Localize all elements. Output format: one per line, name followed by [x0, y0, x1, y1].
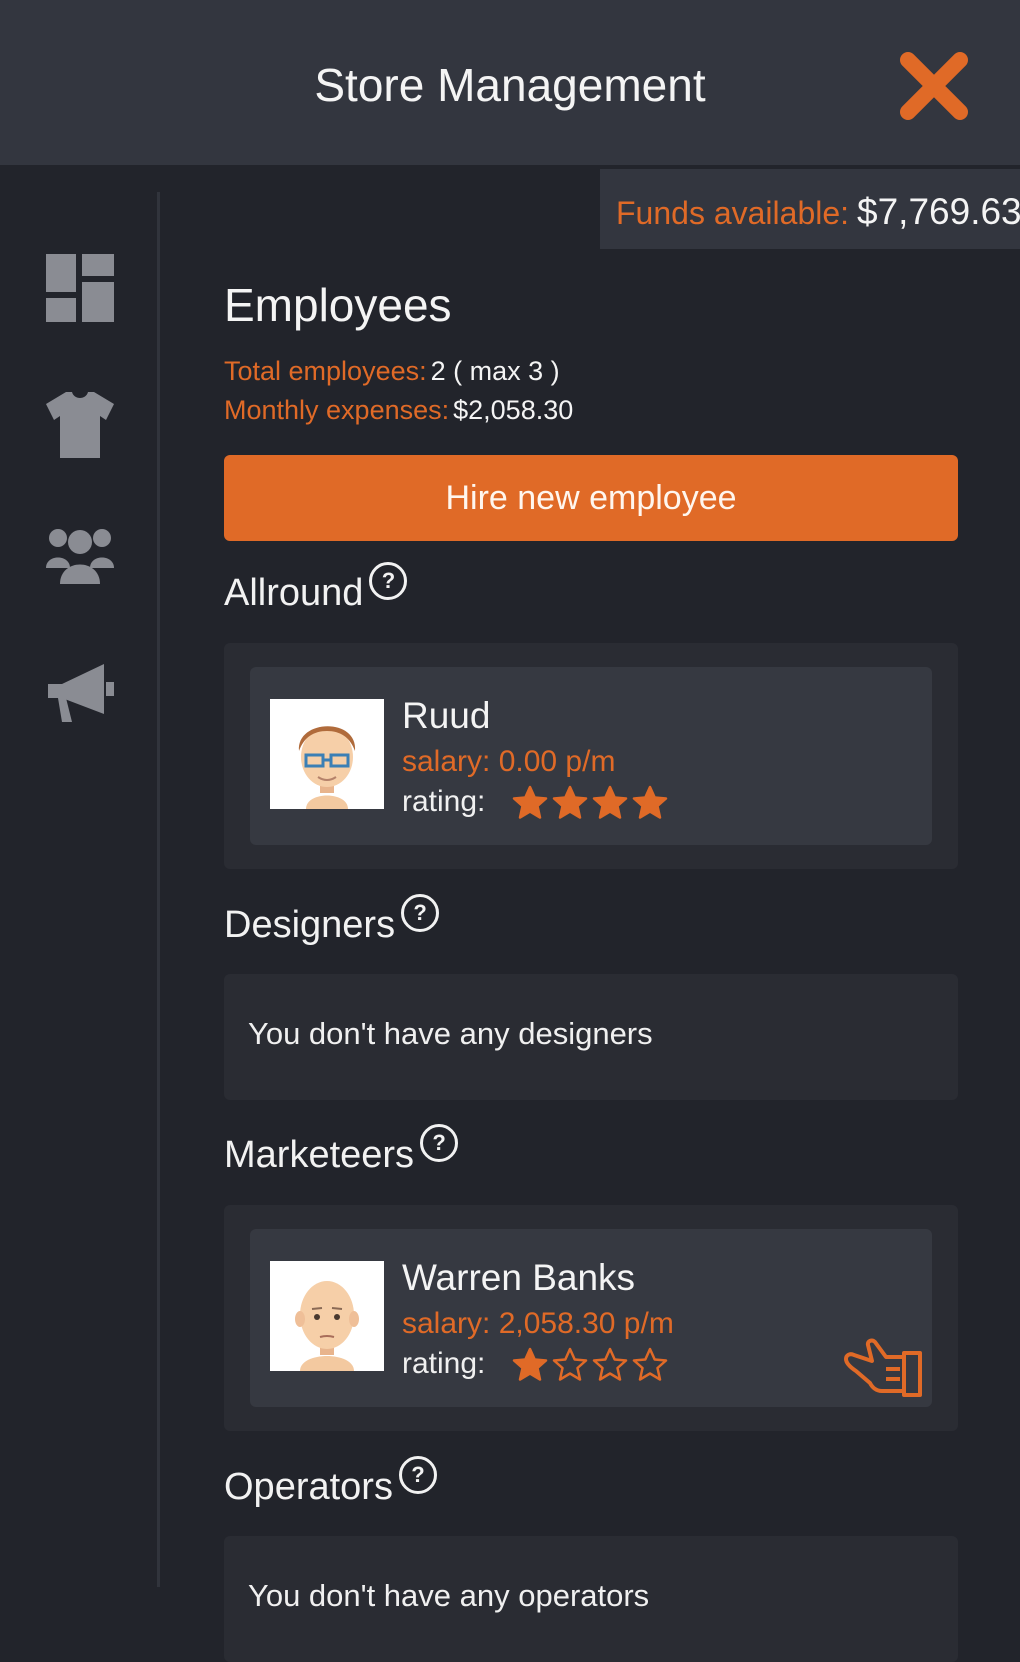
help-icon[interactable]: ?: [401, 894, 440, 932]
section-title-designers: Designers?: [224, 894, 440, 947]
employee-salary: salary: 2,058.30 p/m: [402, 1307, 674, 1340]
section-title-operators: Operators?: [224, 1456, 437, 1509]
monthly-expenses: Monthly expenses: $2,058.30: [224, 395, 573, 426]
avatar: [270, 1261, 384, 1371]
funds-panel: Funds available: $7,769.63: [600, 169, 1020, 249]
employee-name: Ruud: [402, 695, 491, 736]
sidebar-divider: [157, 192, 160, 1587]
avatar: [270, 699, 384, 809]
star-filled-icon: [592, 785, 628, 819]
help-icon[interactable]: ?: [398, 1456, 437, 1494]
allround-box: Ruud salary: 0.00 p/m rating:: [224, 643, 958, 869]
star-filled-icon: [552, 785, 588, 819]
star-filled-icon: [512, 785, 548, 819]
tshirt-icon[interactable]: [44, 388, 116, 460]
employee-name: Warren Banks: [402, 1257, 636, 1298]
monthly-expenses-value: $2,058.30: [453, 395, 574, 425]
star-empty-icon: [632, 1347, 668, 1381]
section-label: Operators: [224, 1466, 393, 1508]
monthly-expenses-label: Monthly expenses:: [224, 395, 450, 425]
marketeers-box: Warren Banks salary: 2,058.30 p/m rating…: [224, 1205, 958, 1431]
section-label: Designers: [224, 904, 396, 946]
funds-label: Funds available:: [616, 195, 850, 231]
operators-box: You don't have any operators: [224, 1536, 958, 1662]
total-employees-value: 2 ( max 3 ): [430, 356, 560, 386]
employee-card[interactable]: Ruud salary: 0.00 p/m rating:: [250, 667, 932, 845]
star-filled-icon: [632, 785, 668, 819]
employees-icon[interactable]: [44, 522, 116, 594]
star-empty-icon: [592, 1347, 628, 1381]
rating-stars: [512, 785, 672, 825]
section-title-marketeers: Marketeers?: [224, 1124, 459, 1177]
fire-employee-icon[interactable]: [842, 1337, 924, 1399]
help-icon[interactable]: ?: [420, 1124, 459, 1162]
employee-rating-label: rating:: [402, 785, 486, 818]
close-icon[interactable]: [898, 50, 970, 122]
section-label: Allround: [224, 572, 364, 614]
empty-message: You don't have any designers: [248, 1016, 653, 1051]
megaphone-icon[interactable]: [44, 658, 116, 730]
funds-value: $7,769.63: [857, 191, 1020, 232]
empty-message: You don't have any operators: [248, 1578, 650, 1613]
section-title-allround: Allround?: [224, 562, 408, 615]
employee-card[interactable]: Warren Banks salary: 2,058.30 p/m rating…: [250, 1229, 932, 1407]
employee-salary: salary: 0.00 p/m: [402, 745, 616, 778]
header-bar: Store Management: [0, 0, 1020, 165]
employee-rating-label: rating:: [402, 1347, 486, 1380]
star-filled-icon: [512, 1347, 548, 1381]
help-icon[interactable]: ?: [369, 562, 408, 600]
total-employees: Total employees: 2 ( max 3 ): [224, 356, 560, 387]
star-empty-icon: [552, 1347, 588, 1381]
page-title: Employees: [224, 279, 452, 331]
rating-stars: [512, 1347, 672, 1387]
section-label: Marketeers: [224, 1134, 415, 1176]
hire-employee-button[interactable]: Hire new employee: [224, 455, 958, 541]
designers-box: You don't have any designers: [224, 974, 958, 1100]
total-employees-label: Total employees:: [224, 356, 427, 386]
dashboard-icon[interactable]: [44, 252, 116, 324]
window-title: Store Management: [314, 59, 706, 111]
